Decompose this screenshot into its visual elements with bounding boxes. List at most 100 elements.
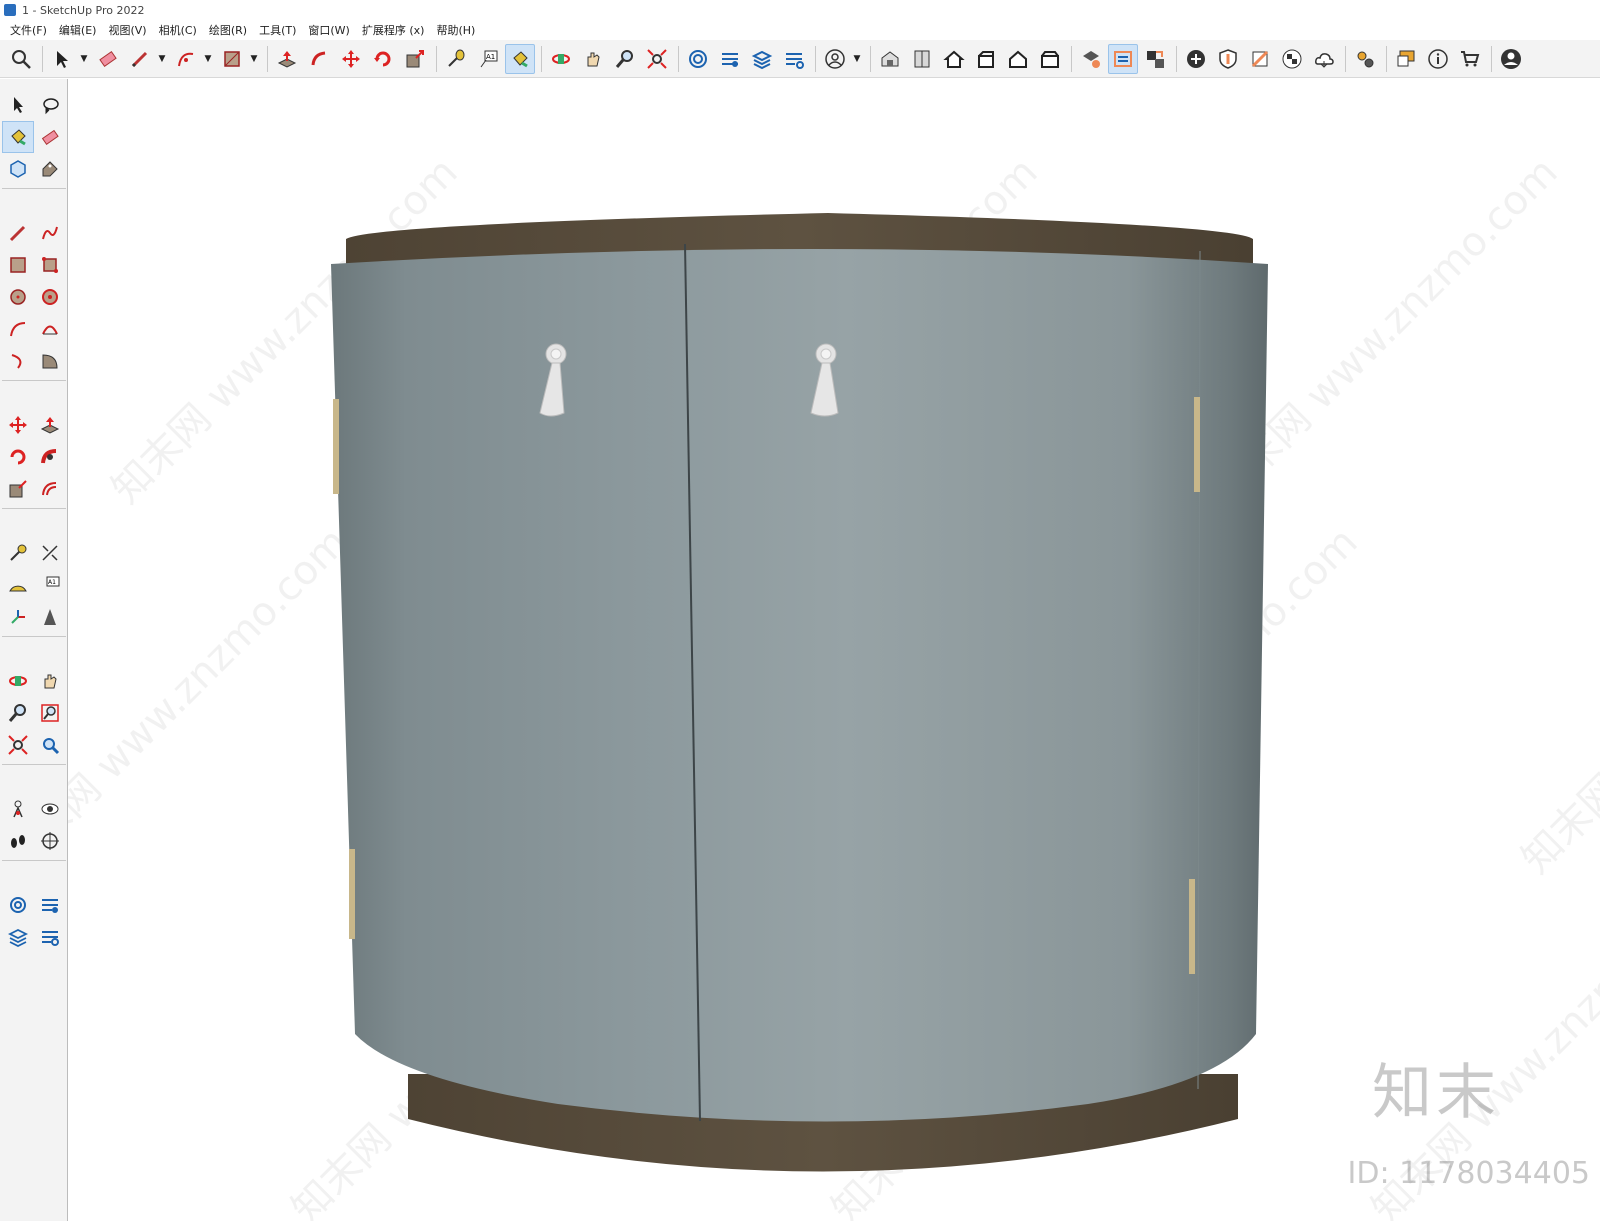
text-icon[interactable]: A1 xyxy=(34,569,66,601)
arc-icon[interactable] xyxy=(2,313,34,345)
zoom-window-icon[interactable] xyxy=(34,697,66,729)
circle-icon[interactable] xyxy=(2,281,34,313)
tags-icon[interactable] xyxy=(2,921,34,953)
pencil-icon[interactable] xyxy=(125,44,155,74)
arc-icon[interactable] xyxy=(171,44,201,74)
two-point-arc-icon[interactable] xyxy=(34,313,66,345)
previous-view-icon[interactable] xyxy=(34,729,66,761)
style-builder-icon[interactable] xyxy=(715,44,745,74)
menu-tools[interactable]: 工具(T) xyxy=(253,22,302,38)
polygon-icon[interactable] xyxy=(34,281,66,313)
pie-icon[interactable] xyxy=(34,345,66,377)
scale-icon[interactable] xyxy=(400,44,430,74)
section-plane-icon[interactable] xyxy=(34,825,66,857)
freehand-icon[interactable] xyxy=(34,217,66,249)
tags-icon[interactable] xyxy=(747,44,777,74)
text-icon[interactable]: A1 xyxy=(473,44,503,74)
menu-help[interactable]: 帮助(H) xyxy=(430,22,481,38)
search-icon[interactable] xyxy=(6,44,36,74)
rotate-icon[interactable] xyxy=(368,44,398,74)
position-camera-icon[interactable] xyxy=(2,793,34,825)
info-icon[interactable] xyxy=(1423,44,1453,74)
axes-icon[interactable] xyxy=(2,601,34,633)
follow-me-icon[interactable] xyxy=(304,44,334,74)
move-icon[interactable] xyxy=(2,409,34,441)
entity-info-icon[interactable] xyxy=(1140,44,1170,74)
menu-edit[interactable]: 编辑(E) xyxy=(53,22,103,38)
walk-icon[interactable] xyxy=(2,825,34,857)
rotated-rectangle-icon[interactable] xyxy=(34,249,66,281)
chevron-down-icon[interactable]: ▼ xyxy=(852,44,862,74)
menu-window[interactable]: 窗口(W) xyxy=(302,22,355,38)
model-viewport[interactable]: 知末网 www.znzmo.com 知末网 www.znzmo.com 知末网 … xyxy=(68,79,1600,1221)
paint-bucket-icon[interactable] xyxy=(505,43,535,74)
paint-bucket-icon[interactable] xyxy=(2,121,34,153)
rotate-icon[interactable] xyxy=(2,441,34,473)
three-point-arc-icon[interactable] xyxy=(2,345,34,377)
pencil-icon[interactable] xyxy=(2,217,34,249)
account-icon[interactable] xyxy=(820,44,850,74)
user-icon[interactable] xyxy=(1496,44,1526,74)
component-icon[interactable] xyxy=(2,153,34,185)
tape-measure-icon[interactable] xyxy=(441,44,471,74)
orbit-icon[interactable] xyxy=(2,665,34,697)
building-icon[interactable] xyxy=(1035,44,1065,74)
house-icon[interactable] xyxy=(1003,44,1033,74)
push-pull-icon[interactable] xyxy=(34,409,66,441)
model-info-icon[interactable] xyxy=(1076,44,1106,74)
menu-camera[interactable]: 相机(C) xyxy=(153,22,203,38)
scenes-icon[interactable] xyxy=(779,44,809,74)
3d-text-icon[interactable] xyxy=(34,601,66,633)
pan-icon[interactable] xyxy=(34,665,66,697)
eraser-icon[interactable] xyxy=(93,44,123,74)
push-pull-icon[interactable] xyxy=(272,44,302,74)
chevron-down-icon[interactable]: ▼ xyxy=(203,44,213,74)
look-around-icon[interactable] xyxy=(34,793,66,825)
scenes-icon[interactable] xyxy=(34,921,66,953)
instructor-icon[interactable] xyxy=(1391,44,1421,74)
pan-icon[interactable] xyxy=(578,44,608,74)
layout-icon[interactable] xyxy=(2,889,34,921)
menu-extensions[interactable]: 扩展程序 (x) xyxy=(356,22,431,38)
zoom-extents-icon[interactable] xyxy=(642,44,672,74)
select-icon[interactable] xyxy=(47,44,77,74)
home-icon[interactable] xyxy=(939,44,969,74)
components-icon[interactable] xyxy=(907,44,937,74)
checker-icon[interactable] xyxy=(1277,44,1307,74)
add-icon[interactable] xyxy=(1181,44,1211,74)
menu-view[interactable]: 视图(V) xyxy=(102,22,152,38)
cloud-icon[interactable] xyxy=(1309,44,1339,74)
solar-icon[interactable] xyxy=(1245,44,1275,74)
rectangle-icon[interactable] xyxy=(2,249,34,281)
menu-draw[interactable]: 绘图(R) xyxy=(203,22,253,38)
zoom-extents-icon[interactable] xyxy=(2,729,34,761)
shield-icon[interactable] xyxy=(1213,44,1243,74)
zoom-icon[interactable] xyxy=(610,44,640,74)
dimension-icon[interactable] xyxy=(34,537,66,569)
toolbar-separator xyxy=(2,188,66,194)
zoom-icon[interactable] xyxy=(2,697,34,729)
chevron-down-icon[interactable]: ▼ xyxy=(249,44,259,74)
outliner-icon[interactable] xyxy=(1108,43,1138,74)
materials-icon[interactable] xyxy=(971,44,1001,74)
menu-file[interactable]: 文件(F) xyxy=(4,22,53,38)
lasso-icon[interactable] xyxy=(34,89,66,121)
layout-icon[interactable] xyxy=(683,44,713,74)
chevron-down-icon[interactable]: ▼ xyxy=(79,44,89,74)
scale-icon[interactable] xyxy=(2,473,34,505)
warehouse-icon[interactable] xyxy=(875,44,905,74)
chevron-down-icon[interactable]: ▼ xyxy=(157,44,167,74)
tag-icon[interactable] xyxy=(34,153,66,185)
follow-me-icon[interactable] xyxy=(34,441,66,473)
tape-measure-icon[interactable] xyxy=(2,537,34,569)
extensions-icon[interactable] xyxy=(1350,44,1380,74)
offset-icon[interactable] xyxy=(34,473,66,505)
protractor-icon[interactable] xyxy=(2,569,34,601)
style-builder-icon[interactable] xyxy=(34,889,66,921)
eraser-icon[interactable] xyxy=(34,121,66,153)
rectangle-icon[interactable] xyxy=(217,44,247,74)
orbit-icon[interactable] xyxy=(546,44,576,74)
move-icon[interactable] xyxy=(336,44,366,74)
select-icon[interactable] xyxy=(2,89,34,121)
cart-icon[interactable] xyxy=(1455,44,1485,74)
